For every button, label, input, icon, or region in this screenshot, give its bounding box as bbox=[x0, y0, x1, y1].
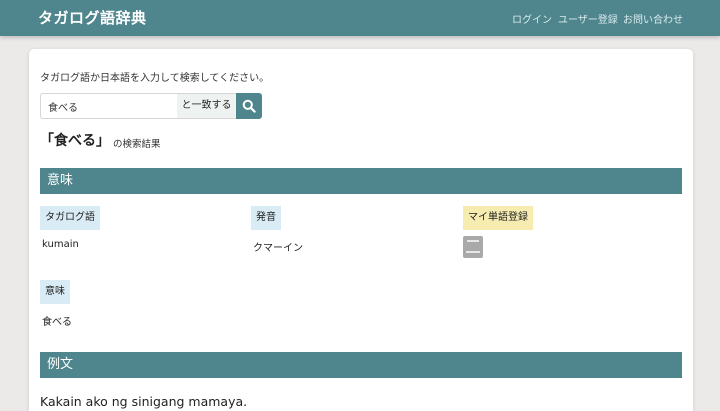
search-instruction: タガログ語か日本語を入力して検索してください。 bbox=[40, 73, 270, 84]
match-mode-select[interactable]: と一致する bbox=[177, 93, 236, 119]
example-sentence: Kakain ako ng sinigang mamaya. bbox=[40, 394, 248, 409]
meaning-section-header: 意味 bbox=[40, 168, 682, 194]
search-input[interactable] bbox=[40, 93, 178, 119]
site-logo[interactable]: タガログ語辞典 bbox=[38, 7, 147, 28]
meaning-value: 食べる bbox=[42, 317, 72, 328]
top-navbar: タガログ語辞典 ログイン ユーザー登録 お問い合わせ bbox=[0, 0, 720, 36]
tagalog-label: タガログ語 bbox=[40, 206, 100, 230]
meaning-label: 意味 bbox=[40, 280, 70, 304]
pronunciation-value: クマーイン bbox=[253, 243, 303, 254]
example-section-header: 例文 bbox=[40, 352, 682, 378]
contact-link[interactable]: お問い合わせ bbox=[623, 11, 683, 26]
search-icon bbox=[242, 99, 256, 113]
pronunciation-label: 発音 bbox=[251, 206, 281, 230]
login-link[interactable]: ログイン bbox=[512, 11, 552, 26]
main-card: タガログ語か日本語を入力して検索してください。 と一致する 「食べる」 の検索結… bbox=[29, 49, 693, 411]
result-suffix: の検索結果 bbox=[113, 139, 161, 150]
search-button[interactable] bbox=[236, 93, 262, 119]
tagalog-value: kumain bbox=[42, 239, 79, 250]
add-to-my-words-button[interactable] bbox=[463, 236, 483, 258]
my-word-label: マイ単語登録 bbox=[463, 206, 533, 230]
register-link[interactable]: ユーザー登録 bbox=[558, 11, 618, 26]
result-title: 「食べる」 bbox=[40, 133, 110, 149]
